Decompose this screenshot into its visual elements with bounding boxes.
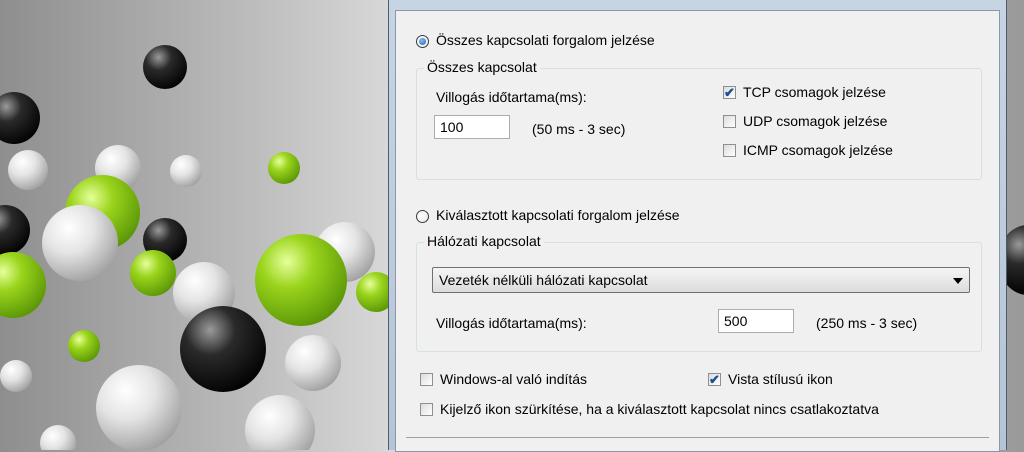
wallpaper-ball bbox=[170, 155, 202, 187]
udp-checkbox-label[interactable]: UDP csomagok jelzése bbox=[743, 113, 887, 129]
network-connection-dropdown[interactable]: Vezeték nélküli hálózati kapcsolat bbox=[432, 267, 970, 293]
settings-panel: Összes kapcsolati forgalom jelzése Össze… bbox=[395, 10, 1000, 452]
wallpaper-ball bbox=[0, 252, 46, 318]
all-connections-group-title: Összes kapcsolat bbox=[424, 59, 540, 75]
selected-duration-input[interactable] bbox=[718, 309, 794, 333]
wallpaper-ball bbox=[96, 365, 182, 450]
icmp-checkbox-label[interactable]: ICMP csomagok jelzése bbox=[743, 142, 893, 158]
checkmark-icon: ✔ bbox=[709, 372, 720, 387]
network-connection-group-title: Hálózati kapcsolat bbox=[424, 233, 544, 249]
start-with-windows-checkbox[interactable] bbox=[420, 373, 433, 386]
icmp-checkbox[interactable] bbox=[723, 144, 736, 157]
network-connection-selected-value: Vezeték nélküli hálózati kapcsolat bbox=[439, 272, 648, 288]
selected-traffic-radio[interactable] bbox=[416, 210, 429, 223]
wallpaper-ball bbox=[268, 152, 300, 184]
vista-icon-label[interactable]: Vista stílusú ikon bbox=[728, 371, 833, 387]
start-with-windows-label[interactable]: Windows-al való indítás bbox=[440, 371, 587, 387]
udp-checkbox[interactable] bbox=[723, 115, 736, 128]
selected-duration-hint: (250 ms - 3 sec) bbox=[816, 315, 918, 331]
wallpaper-ball bbox=[180, 306, 266, 392]
settings-dialog: Összes kapcsolati forgalom jelzése Össze… bbox=[388, 0, 1007, 452]
all-traffic-radio-label[interactable]: Összes kapcsolati forgalom jelzése bbox=[436, 32, 655, 48]
wallpaper-ball bbox=[143, 45, 187, 89]
wallpaper-ball bbox=[0, 92, 40, 144]
wallpaper-ball bbox=[285, 335, 341, 391]
gray-icon-label[interactable]: Kijelző ikon szürkítése, ha a kiválaszto… bbox=[440, 401, 879, 417]
wallpaper-ball bbox=[255, 234, 347, 326]
all-duration-input[interactable] bbox=[434, 115, 510, 139]
wallpaper-ball bbox=[0, 205, 30, 255]
network-connection-group bbox=[416, 242, 982, 352]
wallpaper-ball bbox=[245, 395, 315, 450]
tcp-checkbox-label[interactable]: TCP csomagok jelzése bbox=[743, 84, 886, 100]
all-duration-label: Villogás időtartama(ms): bbox=[436, 89, 587, 105]
selected-duration-label: Villogás időtartama(ms): bbox=[436, 315, 587, 331]
all-duration-hint: (50 ms - 3 sec) bbox=[532, 121, 626, 137]
selected-traffic-radio-label[interactable]: Kiválasztott kapcsolati forgalom jelzése bbox=[436, 207, 680, 223]
wallpaper-ball bbox=[68, 330, 100, 362]
all-traffic-radio[interactable] bbox=[416, 35, 429, 48]
wallpaper-ball bbox=[42, 205, 118, 281]
checkmark-icon: ✔ bbox=[724, 85, 735, 100]
wallpaper-ball bbox=[8, 150, 48, 190]
vista-icon-checkbox[interactable]: ✔ bbox=[708, 373, 721, 386]
wallpaper-ball bbox=[130, 250, 176, 296]
tcp-checkbox[interactable]: ✔ bbox=[723, 86, 736, 99]
wallpaper-ball bbox=[0, 360, 32, 392]
bottom-divider bbox=[406, 437, 989, 438]
chevron-down-icon[interactable] bbox=[953, 278, 963, 284]
wallpaper-ball bbox=[40, 425, 76, 450]
gray-icon-checkbox[interactable] bbox=[420, 403, 433, 416]
